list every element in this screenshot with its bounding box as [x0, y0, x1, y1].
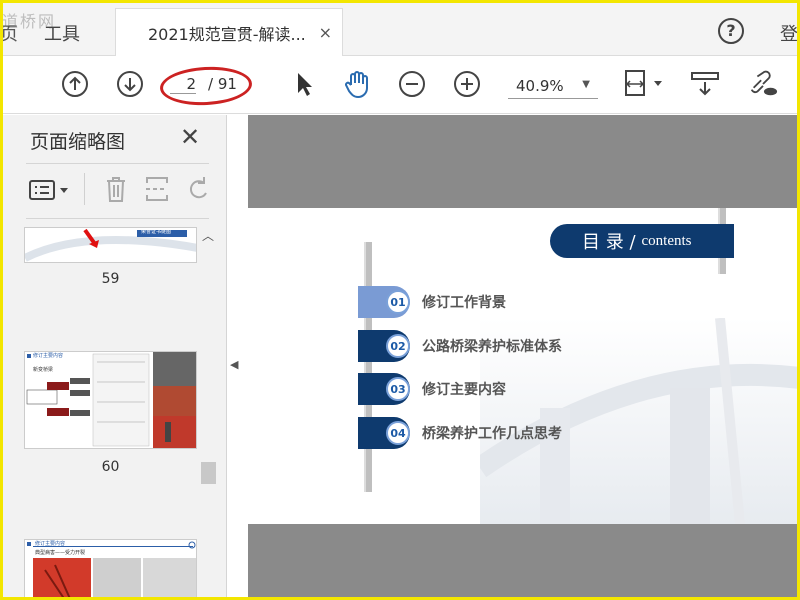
thumbnail-scrollbar[interactable]: ︿ [200, 227, 217, 600]
toc-badge: 01 [358, 286, 410, 318]
thumbnail-page-59[interactable]: 荣誉证书链图 [24, 227, 197, 263]
toc-label: 桥梁养护工作几点思考 [422, 426, 562, 442]
trash-icon[interactable] [104, 175, 128, 207]
thumbnail-page-number: 59 [101, 271, 120, 287]
toc-badge: 02 [358, 330, 410, 362]
toc-item[interactable]: 04 桥梁养护工作几点思考 [358, 417, 562, 449]
panel-tools [28, 173, 218, 209]
decorative-bar [364, 242, 372, 492]
panel-title: 页面缩略图 [30, 131, 126, 153]
hand-tool-icon[interactable] [342, 69, 372, 99]
thumbnail-page-number: 60 [101, 459, 120, 475]
toc-number: 04 [386, 421, 410, 445]
next-page-icon[interactable] [115, 69, 145, 99]
toc-badge: 04 [358, 417, 410, 449]
tab-bar: 道桥网 页 工具 2021规范宣贯-解读... × ? 登 [0, 0, 800, 56]
rotate-icon[interactable] [186, 175, 212, 207]
toc-number: 01 [386, 290, 410, 314]
toc-item[interactable]: 02 公路桥梁养护标准体系 [358, 330, 562, 362]
thumbnail-list: 荣誉证书链图 59 修订主要内容 新变桥梁 60 修订主要内容 典型病害——受力… [0, 227, 200, 600]
page-fit-icon[interactable] [622, 69, 666, 99]
divider [84, 173, 85, 205]
zoom-select[interactable]: 40.9% ▼ [508, 73, 598, 99]
zoom-out-icon[interactable] [397, 69, 427, 99]
toc-label: 公路桥梁养护标准体系 [422, 339, 562, 355]
insert-page-icon[interactable] [144, 175, 170, 207]
login-button[interactable]: 登 [780, 20, 798, 46]
select-cursor-icon[interactable] [288, 69, 318, 99]
close-tab-icon[interactable]: × [319, 23, 332, 42]
divider [26, 163, 209, 164]
chevron-down-icon: ▼ [582, 79, 590, 90]
toc-number: 02 [386, 334, 410, 358]
document-page: 目 录 / contents 01 修订工作背景 02 公路桥梁养护标准体系 0… [248, 208, 800, 524]
contents-banner: 目 录 / contents [550, 224, 734, 258]
scroll-mode-icon[interactable] [690, 69, 720, 99]
toc-item[interactable]: 03 修订主要内容 [358, 373, 506, 405]
thumbnail-text: 修订主要内容 [33, 353, 64, 359]
previous-page-icon[interactable] [60, 69, 90, 99]
toc-label: 修订工作背景 [422, 295, 506, 311]
divider [26, 218, 209, 219]
scrollbar-thumb[interactable] [201, 462, 216, 484]
contents-title: 目 录 / [582, 232, 636, 253]
toc-label: 修订主要内容 [422, 382, 506, 398]
contents-title-en: contents [641, 232, 692, 249]
toc-badge: 03 [358, 373, 410, 405]
tab-tools[interactable]: 工具 [44, 20, 80, 46]
thumbnail-text: 荣誉证书链图 [141, 229, 172, 235]
thumbnail-page-60[interactable]: 修订主要内容 新变桥梁 [24, 351, 197, 449]
tab-document[interactable]: 2021规范宣贯-解读... × [115, 8, 343, 56]
thumbnail-options-icon[interactable] [28, 177, 74, 207]
close-panel-icon[interactable]: ✕ [180, 123, 200, 151]
share-link-icon[interactable] [748, 69, 778, 99]
tab-home[interactable]: 页 [0, 20, 18, 46]
help-icon[interactable]: ? [718, 18, 744, 44]
thumbnail-text: 新变桥梁 [33, 367, 54, 373]
zoom-value: 40.9% [516, 76, 564, 95]
thumbnail-page-61[interactable]: 修订主要内容 典型病害——受力开裂 [24, 539, 197, 600]
collapse-panel-icon[interactable]: ◀ [230, 358, 238, 371]
toc-item[interactable]: 01 修订工作背景 [358, 286, 506, 318]
thumbnail-text: 修订主要内容 [35, 541, 66, 547]
tab-document-label: 2021规范宣贯-解读... [148, 24, 306, 44]
toc-number: 03 [386, 377, 410, 401]
thumbnail-panel: 页面缩略图 ✕ 荣誉证书链图 59 修订主要内容 新变桥梁 60 修订主要内容 … [0, 115, 227, 600]
zoom-in-icon[interactable] [452, 69, 482, 99]
toolbar: 2 / 91 40.9% ▼ [0, 56, 800, 114]
thumbnail-text: 典型病害——受力开裂 [35, 550, 86, 556]
chevron-up-icon[interactable]: ︿ [202, 227, 214, 244]
